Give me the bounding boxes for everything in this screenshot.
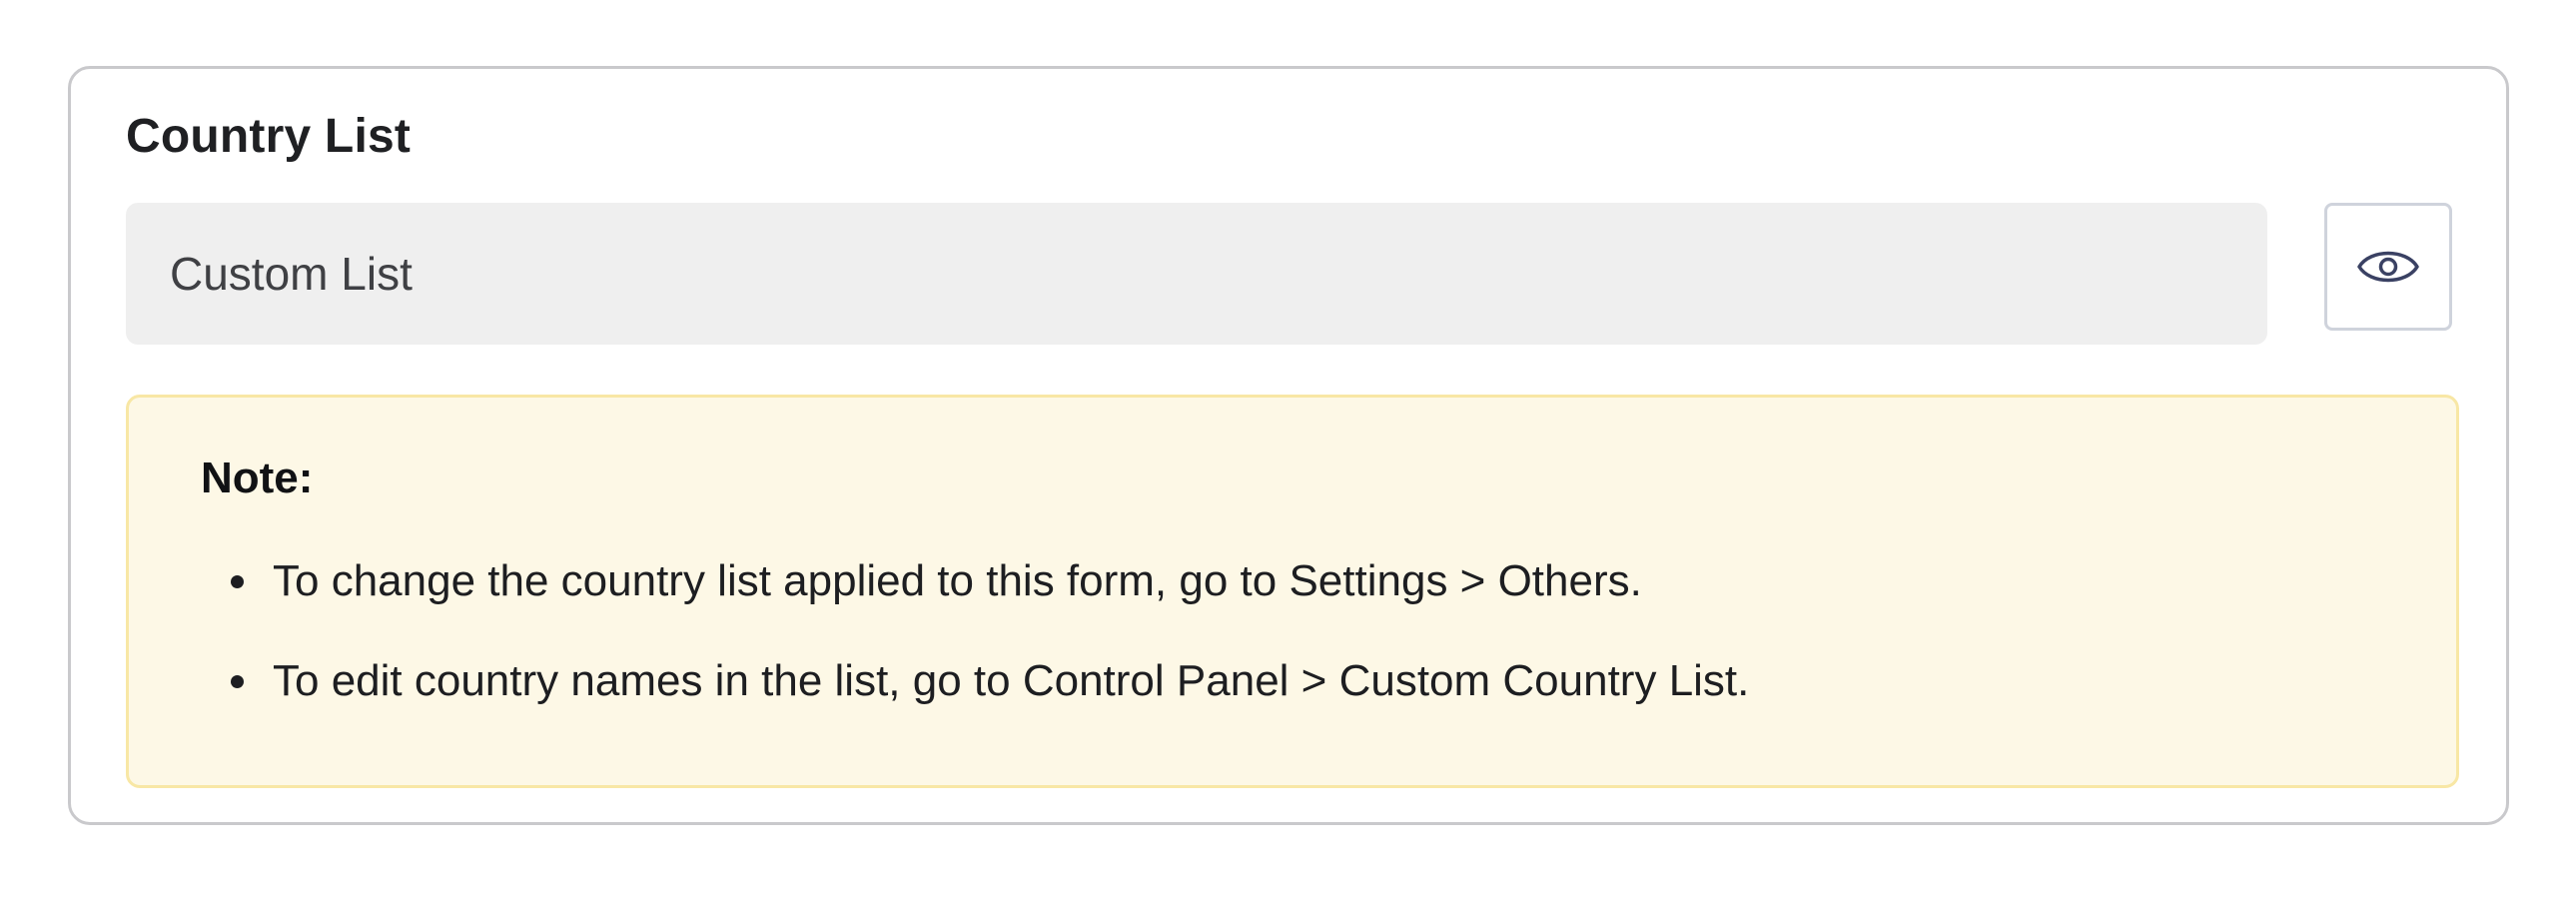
- eye-icon: [2357, 251, 2419, 283]
- note-list: To change the country list applied to th…: [201, 555, 1749, 755]
- note-item: To change the country list applied to th…: [201, 555, 1749, 655]
- country-list-select[interactable]: Custom List: [126, 203, 2267, 345]
- note-item-text: To change the country list applied to th…: [273, 556, 1642, 605]
- note-item: To edit country names in the list, go to…: [201, 655, 1749, 755]
- country-list-selected-value: Custom List: [170, 248, 413, 300]
- bullet-icon: [231, 575, 244, 588]
- preview-country-list-button[interactable]: [2324, 203, 2452, 331]
- note-title: Note:: [201, 453, 314, 502]
- bullet-icon: [231, 675, 244, 688]
- note-item-text: To edit country names in the list, go to…: [273, 656, 1750, 705]
- note-box: Note: To change the country list applied…: [126, 395, 2459, 788]
- country-list-label: Country List: [126, 110, 412, 163]
- country-list-card: Country List Custom List Note: To change…: [68, 66, 2509, 825]
